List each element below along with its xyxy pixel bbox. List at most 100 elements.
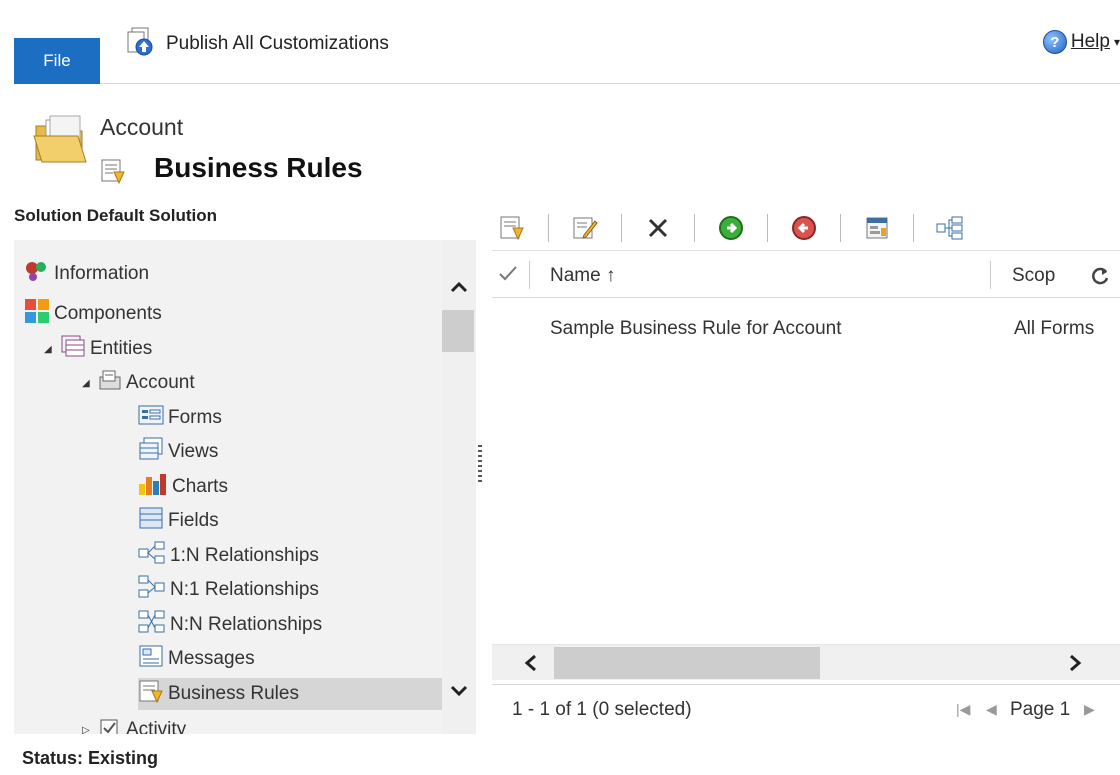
first-page-icon[interactable]: |◀ (956, 701, 970, 718)
record-count: 1 - 1 of 1 (0 selected) (512, 699, 692, 720)
nav-label-charts: Charts (172, 476, 228, 497)
toolbar-separator (840, 214, 841, 242)
nav-label-business-rules: Business Rules (168, 683, 299, 704)
delete-icon (648, 218, 668, 238)
nav-label-activity: Activity (126, 719, 187, 734)
table-row[interactable]: Sample Business Rule for Account All For… (492, 312, 1120, 346)
nav-label-1n-relationships: 1:N Relationships (170, 545, 319, 566)
collapse-arrow-icon[interactable]: ◢ (44, 344, 56, 355)
nav-item-fields[interactable]: Fields (138, 505, 219, 537)
column-header-scope[interactable]: Scop (1012, 265, 1055, 287)
entity-icon (98, 369, 122, 397)
toolbar-separator (621, 214, 622, 242)
delete-button[interactable] (638, 210, 678, 246)
column-divider (529, 261, 530, 289)
nav-item-business-rules[interactable]: Business Rules (138, 678, 442, 710)
pane-splitter[interactable] (478, 445, 482, 485)
page-title: Business Rules (154, 152, 363, 183)
many-to-one-icon (138, 575, 166, 605)
row-name-cell[interactable]: Sample Business Rule for Account (550, 318, 842, 340)
nav-label-components: Components (54, 303, 162, 324)
expand-arrow-icon[interactable]: ▷ (82, 725, 94, 735)
activate-icon (719, 216, 743, 240)
scroll-down-icon[interactable] (450, 680, 468, 703)
deactivate-icon (792, 216, 816, 240)
solution-tree: Information Components ◢ Entities ◢ Acco… (14, 240, 442, 734)
file-tab[interactable]: File (14, 38, 100, 84)
previous-page-icon[interactable]: ◀ (986, 701, 997, 718)
nav-scroll-thumb[interactable] (442, 310, 474, 352)
publish-all-button[interactable]: Publish All Customizations (126, 26, 389, 62)
file-tab-label: File (43, 51, 71, 70)
nav-item-account[interactable]: ◢ Account (82, 367, 195, 399)
new-rule-icon (500, 216, 524, 241)
show-dependencies-button[interactable] (930, 210, 970, 246)
nav-vertical-scrollbar[interactable] (442, 240, 476, 734)
refresh-icon[interactable] (1090, 266, 1110, 292)
nav-label-n1-relationships: N:1 Relationships (170, 579, 319, 600)
help-icon: ? (1042, 30, 1067, 54)
select-all-checkmark-icon[interactable] (498, 263, 518, 289)
business-rule-title-icon (100, 158, 126, 189)
nav-label-messages: Messages (168, 648, 255, 669)
row-scope-cell: All Forms (1014, 318, 1095, 339)
properties-icon (866, 217, 888, 239)
deactivate-button[interactable] (784, 210, 824, 246)
grid-horizontal-scrollbar[interactable] (492, 644, 1120, 680)
forms-icon (138, 404, 164, 432)
scroll-right-icon[interactable] (1068, 654, 1082, 677)
nav-item-components[interactable]: Components (24, 298, 162, 330)
information-icon (24, 259, 50, 289)
publish-label: Publish All Customizations (166, 33, 389, 54)
edit-icon (573, 217, 598, 239)
nav-item-information[interactable]: Information (24, 258, 149, 290)
edit-button[interactable] (565, 210, 605, 246)
nav-label-fields: Fields (168, 510, 219, 531)
help-label: Help (1070, 31, 1110, 52)
status-label: Status: Existing (22, 748, 159, 768)
nav-item-nn-relationships[interactable]: N:N Relationships (138, 609, 322, 641)
toolbar-separator (548, 214, 549, 242)
charts-icon (138, 472, 168, 502)
nav-label-nn-relationships: N:N Relationships (170, 614, 323, 635)
nav-item-charts[interactable]: Charts (138, 471, 228, 503)
nav-item-messages[interactable]: Messages (138, 643, 255, 675)
nav-item-n1-relationships[interactable]: N:1 Relationships (138, 574, 319, 606)
nav-item-views[interactable]: Views (138, 436, 218, 468)
solution-title: Solution Default Solution (14, 206, 218, 225)
one-to-many-icon (138, 541, 166, 571)
ribbon: File Publish All Customizations ? Help ▾ (14, 14, 1120, 84)
next-page-icon[interactable]: ▶ (1084, 701, 1095, 718)
chevron-down-icon: ▾ (1113, 35, 1120, 49)
properties-button[interactable] (857, 210, 897, 246)
scroll-left-icon[interactable] (524, 654, 538, 677)
nav-item-1n-relationships[interactable]: 1:N Relationships (138, 540, 319, 572)
toolbar-separator (767, 214, 768, 242)
nav-item-activity[interactable]: ▷ Activity (82, 714, 186, 734)
nav-item-entities[interactable]: ◢ Entities (44, 333, 152, 365)
many-to-many-icon (138, 610, 166, 640)
new-business-rule-button[interactable] (492, 210, 532, 246)
activate-button[interactable] (711, 210, 751, 246)
nav-label-forms: Forms (168, 407, 222, 428)
column-header-name[interactable]: Name ↑ (550, 265, 615, 287)
collapse-arrow-icon[interactable]: ◢ (82, 378, 94, 389)
nav-item-forms[interactable]: Forms (138, 402, 222, 434)
grid-toolbar (492, 208, 1120, 248)
views-icon (138, 437, 164, 467)
nav-label-views: Views (168, 441, 219, 462)
grid-footer: 1 - 1 of 1 (0 selected) |◀ ◀ Page 1 ▶ (492, 684, 1120, 728)
help-button[interactable]: ? Help ▾ (1042, 30, 1120, 54)
scroll-up-icon[interactable] (450, 276, 468, 299)
business-rules-icon (138, 679, 164, 709)
page-label: Page 1 (1010, 699, 1071, 720)
toolbar-separator (913, 214, 914, 242)
grid-scroll-thumb[interactable] (554, 647, 820, 679)
fields-icon (138, 506, 164, 536)
navigation-pane: Information Components ◢ Entities ◢ Acco… (14, 240, 476, 734)
publish-icon (126, 26, 156, 62)
grid-column-header: Name ↑ Scop (492, 250, 1120, 298)
components-icon (24, 298, 50, 330)
activity-icon (98, 716, 122, 734)
column-divider (990, 261, 991, 289)
